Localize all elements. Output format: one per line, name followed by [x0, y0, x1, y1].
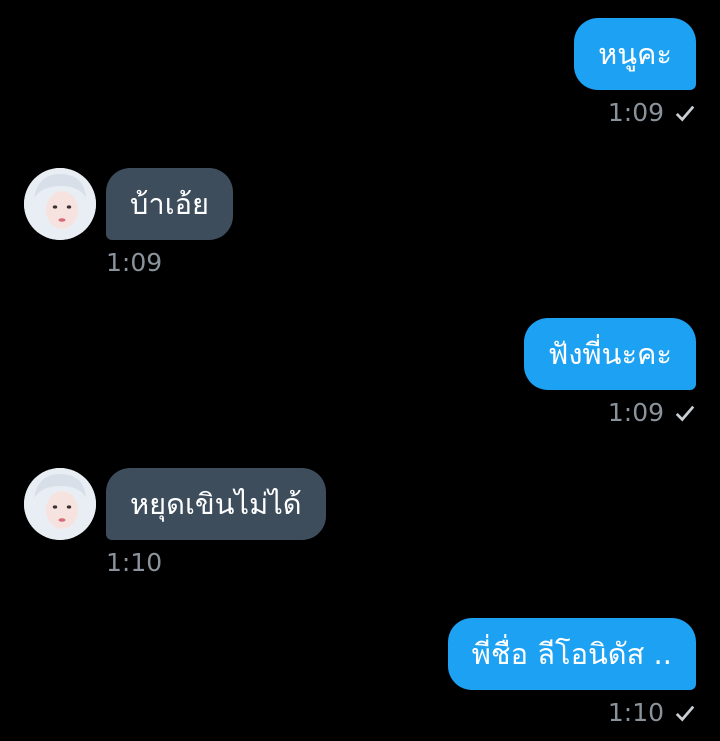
message-incoming: หยุดเขินไม่ได้ 1:10: [106, 468, 326, 577]
message-meta: 1:10: [106, 548, 326, 577]
avatar[interactable]: [24, 468, 96, 540]
check-icon: [675, 405, 695, 421]
message-time: 1:10: [106, 548, 163, 577]
check-icon: [675, 105, 695, 121]
message-outgoing: ฟังพี่นะคะ 1:09: [523, 318, 696, 427]
message-meta: 1:09: [574, 98, 696, 127]
message-bubble[interactable]: พี่ชื่อ ลีโอนิดัส ..: [447, 618, 696, 690]
message-bubble[interactable]: หยุดเขินไม่ได้: [106, 468, 326, 540]
message-meta: 1:09: [106, 248, 233, 277]
message-time: 1:09: [607, 398, 664, 427]
avatar-image: [24, 168, 96, 240]
message-meta: 1:09: [524, 398, 696, 427]
message-time: 1:09: [106, 248, 163, 277]
avatar[interactable]: [24, 168, 96, 240]
message-outgoing: หนูคะ 1:09: [574, 18, 696, 127]
message-bubble[interactable]: ฟังพี่นะคะ: [523, 318, 696, 390]
message-outgoing: พี่ชื่อ ลีโอนิดัส .. 1:10: [447, 618, 696, 727]
message-time: 1:09: [607, 98, 664, 127]
message-incoming: บ้าเอ้ย 1:09: [106, 168, 234, 277]
message-bubble[interactable]: หนูคะ: [574, 18, 696, 90]
message-meta: 1:10: [448, 698, 696, 727]
chat-thread: หนูคะ 1:09 บ้าเอ้ย 1:09 ฟังพี่นะคะ 1:09: [0, 0, 720, 741]
check-icon: [675, 705, 695, 721]
avatar-image: [24, 468, 96, 540]
message-time: 1:10: [607, 698, 664, 727]
message-bubble[interactable]: บ้าเอ้ย: [106, 168, 234, 240]
